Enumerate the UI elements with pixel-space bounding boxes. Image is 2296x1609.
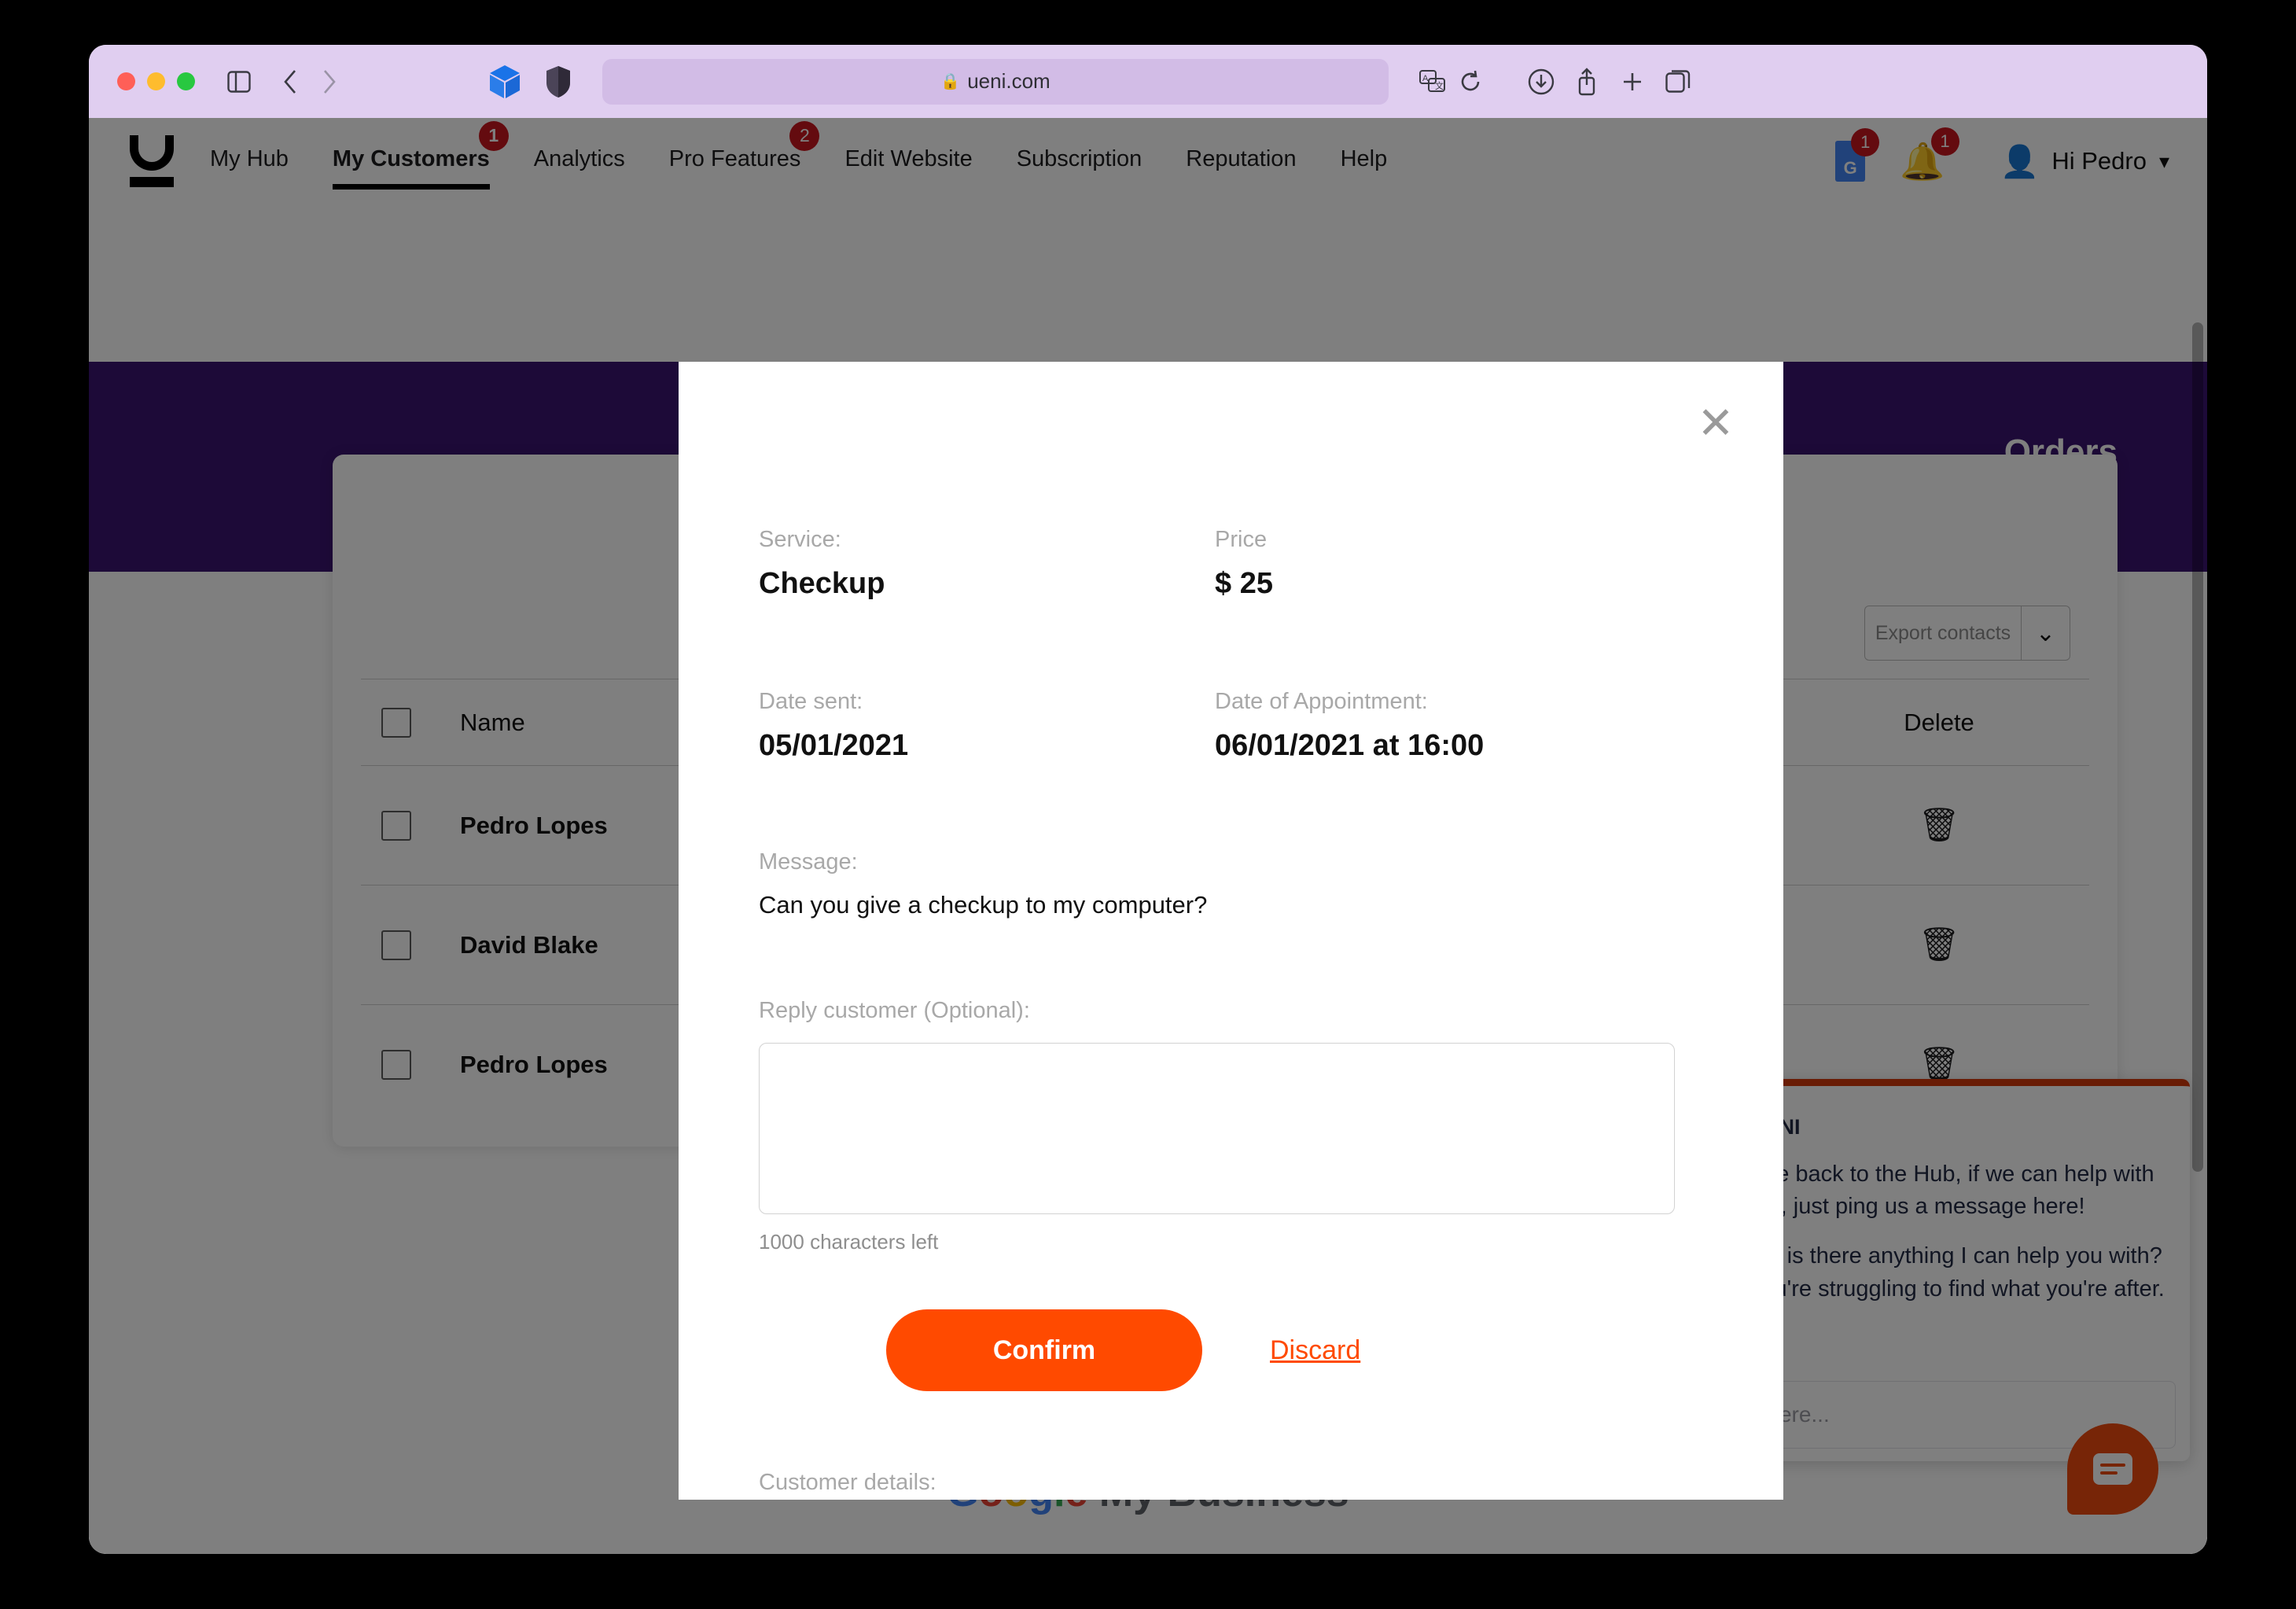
modal-actions: Confirm Discard [759, 1309, 1687, 1391]
reload-icon[interactable] [1453, 64, 1488, 99]
nav-back-icon[interactable] [274, 64, 308, 99]
minimize-window-button[interactable] [147, 72, 165, 90]
downloads-icon[interactable] [1524, 64, 1558, 99]
discard-link[interactable]: Discard [1270, 1335, 1360, 1366]
tabs-overview-icon[interactable] [1661, 64, 1695, 99]
nav-forward-icon[interactable] [311, 64, 346, 99]
price-label: Price [1215, 527, 1268, 552]
window-controls[interactable] [117, 72, 195, 90]
date-sent-value: 05/01/2021 [759, 729, 909, 762]
date-sent-field: Date sent: 05/01/2021 [759, 689, 1215, 763]
appointment-field: Date of Appointment: 06/01/2021 at 16:00 [1215, 689, 1671, 763]
customer-details-block: Customer details: Pedro Lopes 📞 +3519647… [759, 1470, 1687, 1500]
sidebar-toggle-icon[interactable] [222, 64, 256, 99]
maximize-window-button[interactable] [177, 72, 195, 90]
service-label: Service: [759, 527, 841, 552]
service-price-row: Service: Checkup Price $ 25 [759, 527, 1687, 601]
reply-textarea[interactable] [759, 1043, 1675, 1214]
page-viewport: My Hub My Customers 1 Analytics Pro Feat… [89, 118, 2207, 1554]
address-bar[interactable]: 🔒 ueni.com [602, 58, 1389, 105]
characters-left-counter: 1000 characters left [759, 1230, 939, 1254]
confirm-button[interactable]: Confirm [886, 1309, 1202, 1391]
close-window-button[interactable] [117, 72, 135, 90]
appointment-label: Date of Appointment: [1215, 689, 1428, 714]
reply-block: Reply customer (Optional): 1000 characte… [759, 998, 1687, 1254]
share-icon[interactable] [1569, 64, 1604, 99]
message-label: Message: [759, 849, 858, 874]
service-value: Checkup [759, 567, 885, 600]
cube-extension-icon[interactable] [488, 64, 522, 99]
booking-details-modal: ✕ Service: Checkup Price $ 25 Date sent: [679, 362, 1783, 1500]
price-field: Price $ 25 [1215, 527, 1671, 601]
date-sent-label: Date sent: [759, 689, 863, 714]
reply-label: Reply customer (Optional): [759, 998, 1030, 1023]
dates-row: Date sent: 05/01/2021 Date of Appointmen… [759, 689, 1687, 763]
svg-text:A: A [1422, 74, 1429, 83]
close-icon[interactable]: ✕ [1694, 401, 1738, 445]
price-value: $ 25 [1215, 567, 1273, 600]
message-block: Message: Can you give a checkup to my co… [759, 849, 1687, 919]
customer-details-label: Customer details: [759, 1470, 936, 1495]
shield-icon[interactable] [541, 64, 576, 99]
svg-text:文: 文 [1435, 80, 1444, 91]
modal-body: Service: Checkup Price $ 25 Date sent: 0… [759, 527, 1687, 1500]
appointment-value: 06/01/2021 at 16:00 [1215, 729, 1485, 762]
message-value: Can you give a checkup to my computer? [759, 891, 1208, 919]
translate-icon[interactable]: A文 [1415, 64, 1450, 99]
new-tab-icon[interactable] [1615, 64, 1650, 99]
url-text: ueni.com [967, 69, 1050, 93]
browser-toolbar: 🔒 ueni.com A文 [89, 45, 2207, 118]
lock-icon: 🔒 [940, 73, 961, 90]
browser-window: 🔒 ueni.com A文 My Hub [89, 45, 2207, 1554]
service-field: Service: Checkup [759, 527, 1215, 601]
